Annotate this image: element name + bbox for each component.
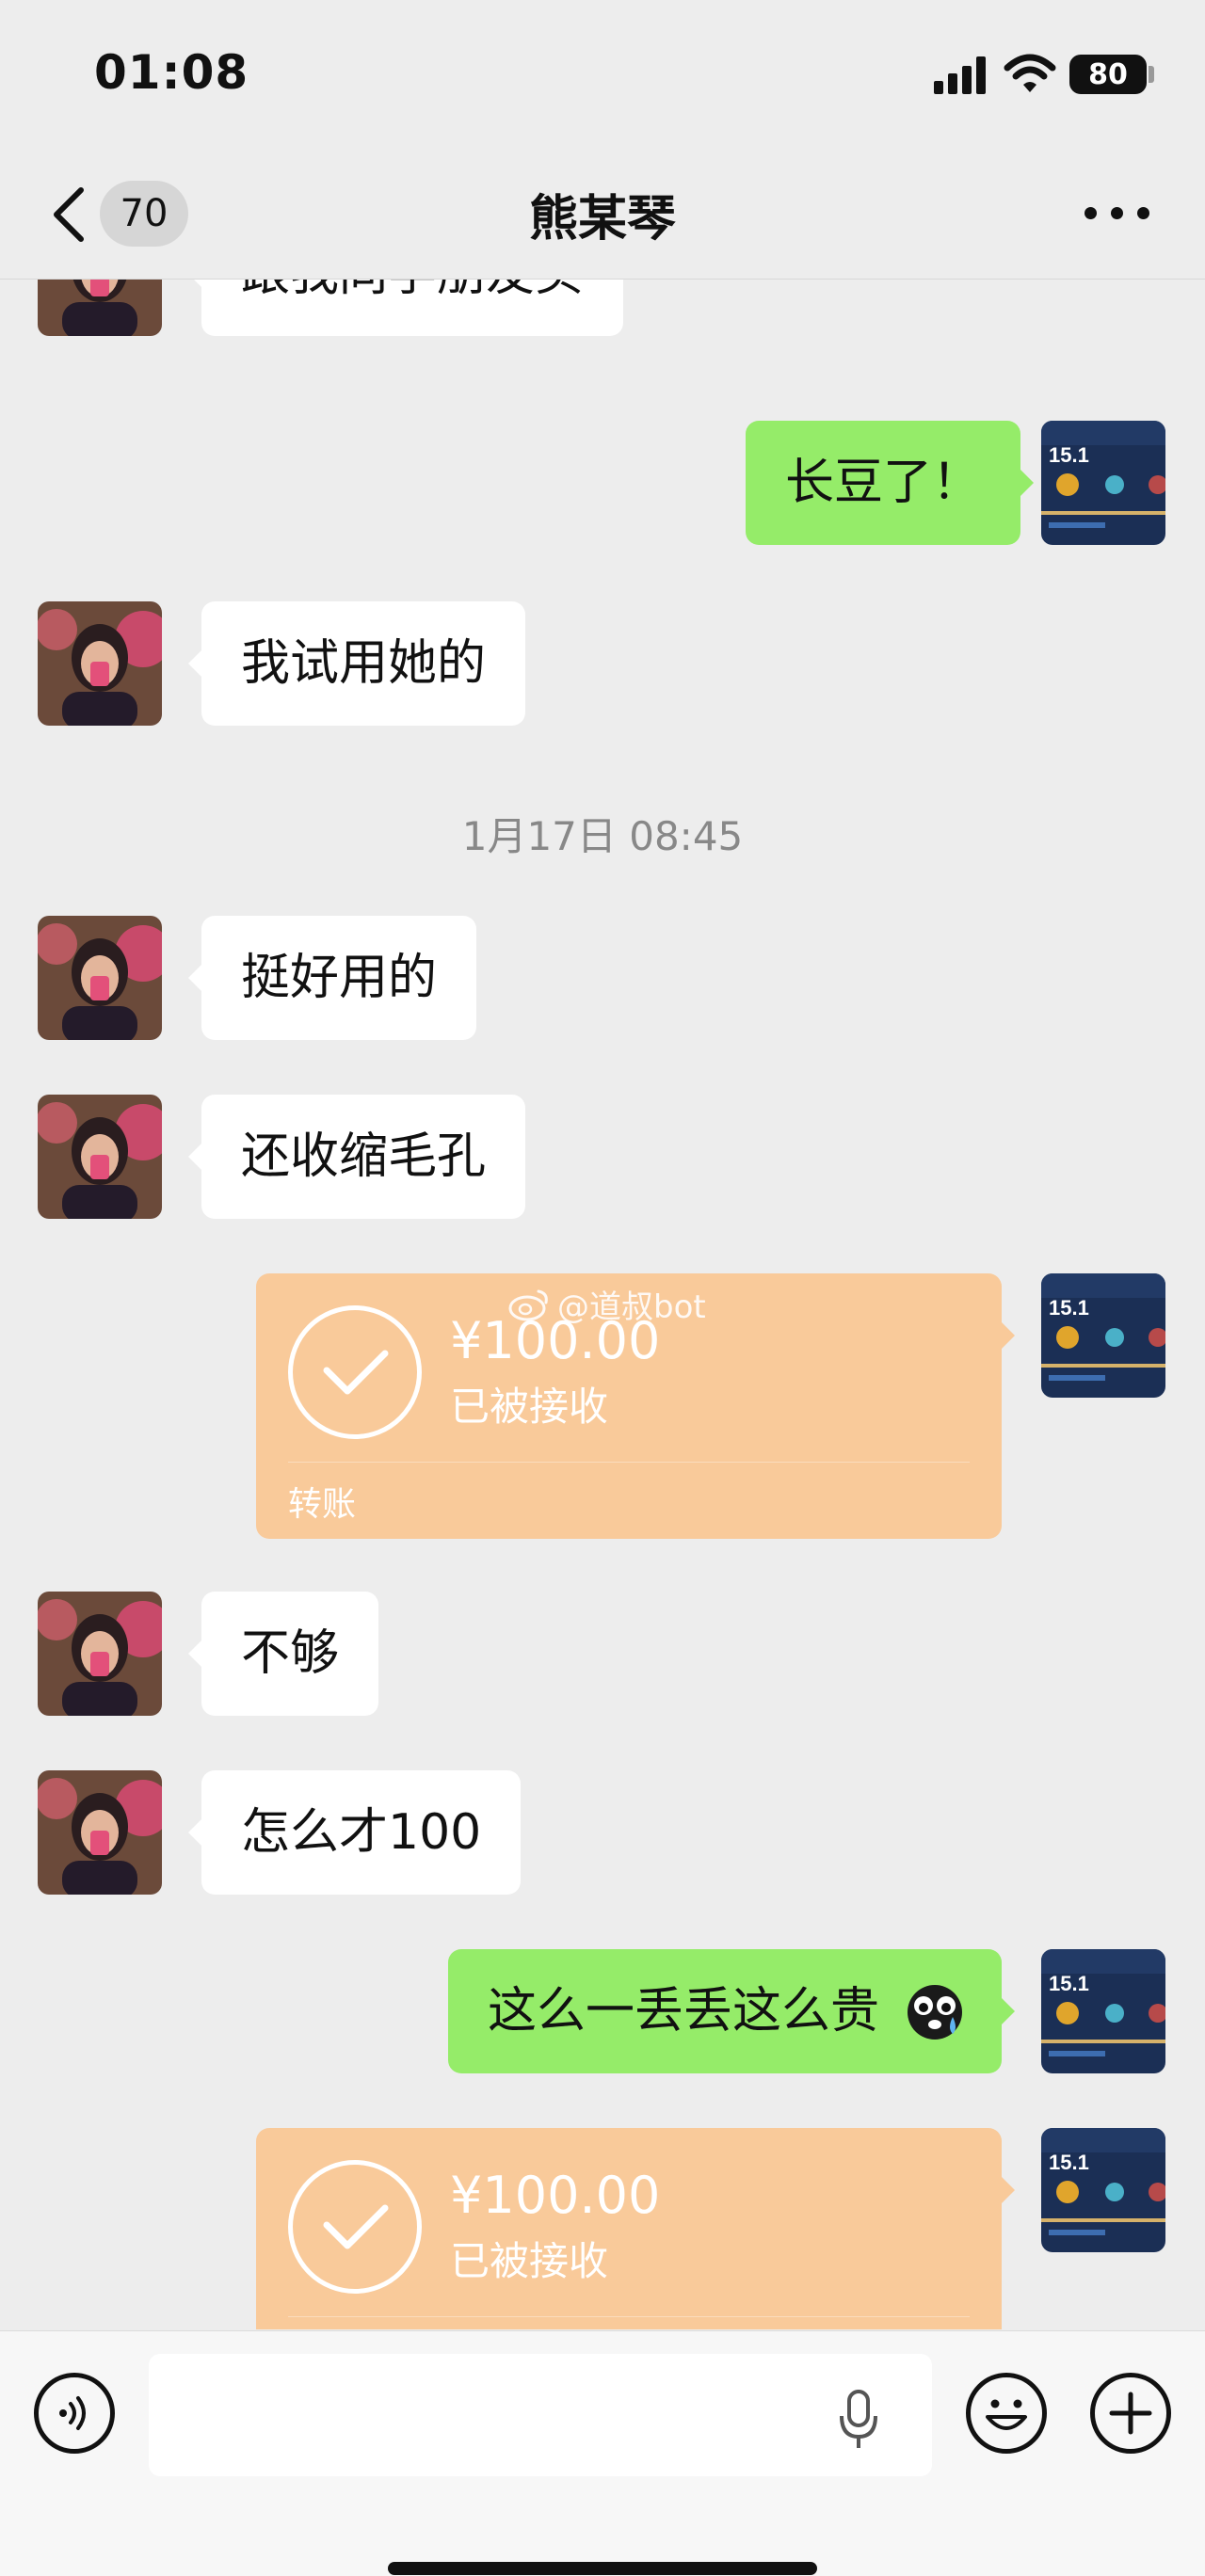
self-avatar[interactable]: 15.1 [1041,1273,1165,1398]
contact-avatar[interactable] [38,280,162,336]
cellular-signal-icon [934,56,987,94]
self-avatar[interactable]: 15.1 [1041,421,1165,545]
transfer-card[interactable]: ¥100.00 已被接收 转账 [256,2128,1015,2329]
microphone-icon[interactable] [836,2388,881,2452]
contact-avatar[interactable] [38,916,162,1040]
emoji-icon[interactable] [966,2373,1047,2454]
battery-indicator: 80 [1069,55,1147,94]
page-title: 熊某琴 [528,191,676,248]
message-bubble-incoming[interactable]: 不够 [187,1592,379,1716]
divider [288,2316,970,2317]
message-bubble-outgoing[interactable]: 长豆了！ [746,421,1035,545]
transfer-status: 已被接收 [450,1384,609,1430]
contact-avatar[interactable] [38,601,162,726]
transfer-label: 转账 [288,1485,357,1524]
svg-text:15.1: 15.1 [1049,2151,1089,2174]
svg-text:15.1: 15.1 [1049,1296,1089,1320]
crying-face-icon [908,1985,962,2040]
contact-avatar[interactable] [38,1770,162,1895]
message-bubble-incoming[interactable]: 我试用她的 [187,601,526,726]
svg-text:15.1: 15.1 [1049,443,1089,467]
voice-toggle-icon[interactable] [34,2373,115,2454]
message-text: 这么一丢丢这么贵 [488,1983,880,2040]
self-avatar[interactable]: 15.1 [1041,1949,1165,2073]
message-bubble-incoming[interactable]: 跟我同学朋友买 [187,280,624,336]
input-bar [0,2330,1205,2576]
wifi-icon [1004,54,1056,92]
message-timestamp: 1月17日 08:45 [461,813,744,859]
contact-avatar[interactable] [38,1095,162,1219]
weibo-logo-icon [508,1289,548,1320]
chevron-left-icon[interactable] [47,184,92,245]
contact-avatar[interactable] [38,1592,162,1716]
chat-header: 70 熊某琴 [0,151,1205,280]
watermark: @道叔bot [508,1281,706,1327]
more-dots-icon[interactable] [1084,207,1150,222]
check-circle-icon [288,1305,422,1439]
message-bubble-incoming[interactable]: 怎么才100 [187,1770,522,1895]
plus-icon[interactable] [1090,2373,1171,2454]
home-indicator [388,2562,817,2575]
message-input[interactable] [149,2354,932,2476]
svg-text:15.1: 15.1 [1049,1972,1089,1995]
transfer-amount: ¥100.00 [450,2166,661,2225]
message-bubble-incoming[interactable]: 还收缩毛孔 [187,1095,526,1219]
transfer-status: 已被接收 [450,2238,609,2284]
message-bubble-outgoing[interactable]: 这么一丢丢这么贵 [448,1949,1015,2073]
check-circle-icon [288,2160,422,2294]
watermark-text: @道叔bot [557,1288,706,1326]
unread-count-badge[interactable]: 70 [100,181,188,247]
battery-tip [1149,66,1154,83]
status-bar: 01:08 80 [0,0,1205,151]
self-avatar[interactable]: 15.1 [1041,2128,1165,2252]
divider [288,1462,970,1463]
message-bubble-incoming[interactable]: 挺好用的 [187,916,477,1040]
status-time: 01:08 [94,45,249,100]
